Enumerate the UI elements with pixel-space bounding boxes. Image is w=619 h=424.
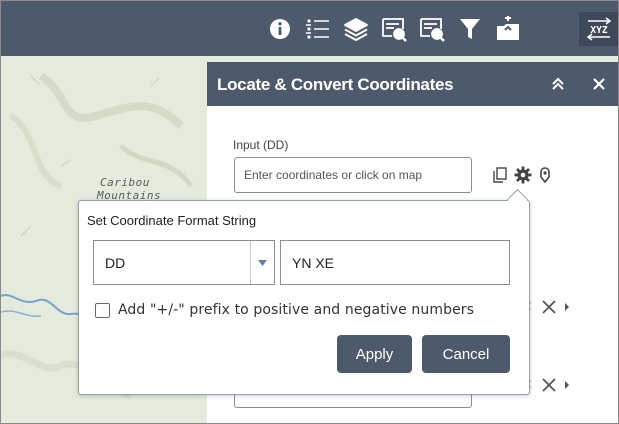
input-label: Input (DD)	[233, 138, 289, 152]
format-popup: Set Coordinate Format String DD Add "+/-…	[78, 188, 530, 395]
prefix-checkbox[interactable]	[95, 302, 110, 318]
remove-icon[interactable]	[540, 298, 558, 316]
info-icon[interactable]	[263, 12, 297, 46]
gear-icon[interactable]	[513, 165, 533, 185]
panel-header: Locate & Convert Coordinates	[207, 62, 618, 106]
query-icon[interactable]	[377, 12, 411, 46]
app-frame: XYZ Caribou Mountains Locate & Convert C…	[0, 0, 619, 424]
format-string-input[interactable]	[280, 240, 510, 285]
remove-icon[interactable]	[540, 376, 558, 394]
chevron-right-icon[interactable]	[562, 300, 572, 314]
collapse-icon[interactable]	[548, 74, 568, 94]
top-toolbar: XYZ	[1, 1, 618, 56]
map-pin-icon[interactable]	[537, 165, 553, 185]
close-icon[interactable]	[589, 74, 609, 94]
coordinate-conversion-icon[interactable]: XYZ	[579, 12, 618, 46]
format-select[interactable]: DD	[93, 240, 275, 285]
chevron-down-icon[interactable]	[250, 241, 274, 284]
prefix-option: Add "+/-" prefix to positive and negativ…	[95, 300, 474, 320]
map-label: Caribou	[100, 176, 150, 189]
legend-icon[interactable]	[301, 12, 335, 46]
prefix-checkbox-label[interactable]: Add "+/-" prefix to positive and negativ…	[118, 302, 474, 318]
filter-icon[interactable]	[453, 12, 487, 46]
coordinate-input[interactable]	[234, 157, 472, 193]
layers-icon[interactable]	[339, 12, 373, 46]
add-data-icon[interactable]	[491, 12, 525, 46]
coordinate-button-text: XYZ	[590, 25, 607, 36]
query-2-icon[interactable]	[415, 12, 449, 46]
copy-icon[interactable]	[491, 166, 509, 184]
format-select-value: DD	[105, 255, 126, 271]
panel-title: Locate & Convert Coordinates	[217, 75, 454, 94]
apply-button[interactable]: Apply	[337, 335, 412, 373]
cancel-button[interactable]: Cancel	[422, 335, 510, 373]
popup-title: Set Coordinate Format String	[87, 213, 257, 228]
chevron-right-icon[interactable]	[562, 378, 572, 392]
